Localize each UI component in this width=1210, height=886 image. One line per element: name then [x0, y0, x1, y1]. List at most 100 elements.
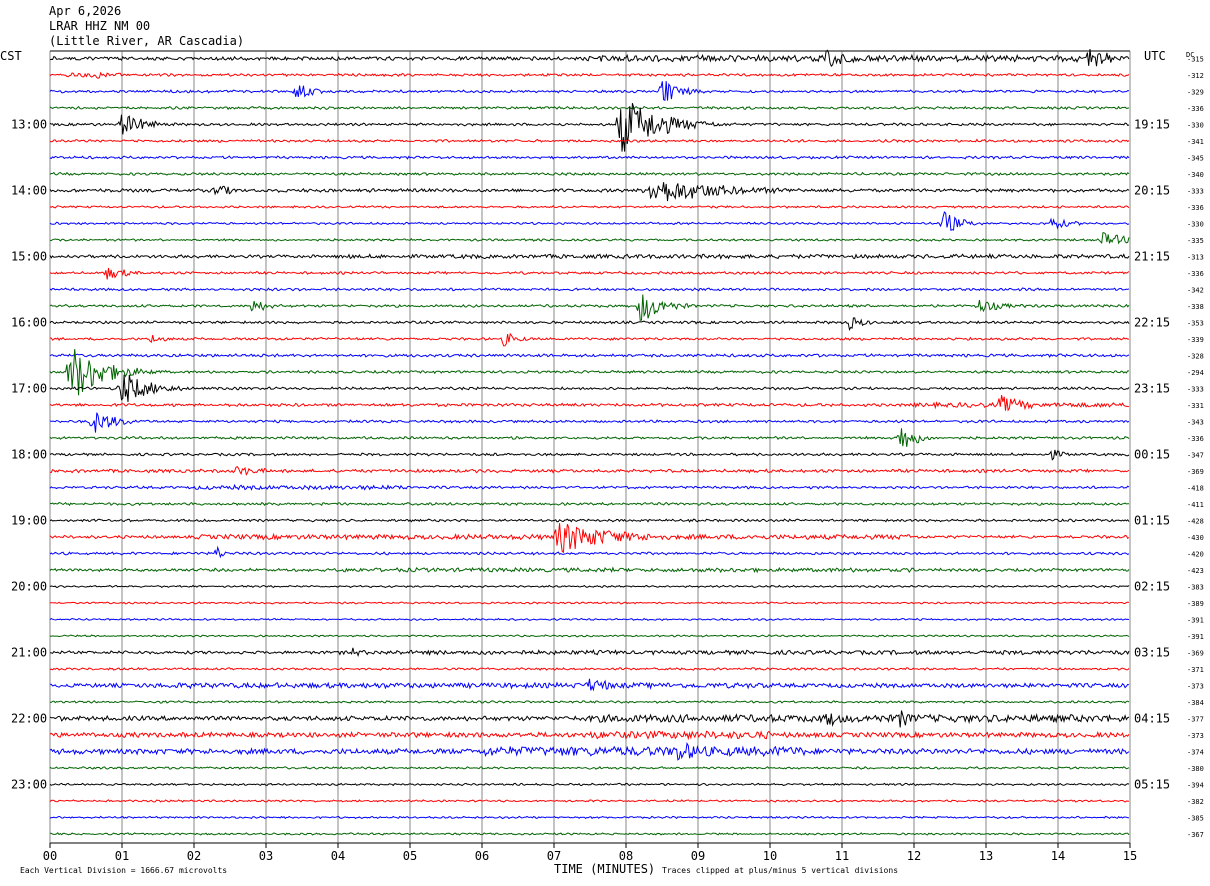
cst-hour-label: 14:00: [11, 183, 47, 197]
utc-hour-label: 21:15: [1134, 249, 1170, 263]
dc-offset-label: -330: [1187, 121, 1204, 129]
trace-row: [49, 48, 1130, 67]
trace-row: [49, 353, 1130, 359]
dc-offset-label: -367: [1187, 831, 1204, 839]
trace-row: [49, 730, 1130, 741]
minute-tick-label: 09: [691, 849, 705, 863]
minute-tick-label: 13: [979, 849, 993, 863]
dc-offset-label: -418: [1187, 484, 1204, 492]
minute-tick-label: 08: [619, 849, 633, 863]
minute-tick-label: 10: [763, 849, 777, 863]
dc-offset-label: -339: [1187, 336, 1204, 344]
trace-row: [49, 742, 1130, 761]
trace-row: [49, 518, 1130, 523]
trace-row: [49, 412, 1130, 433]
cst-hour-label: 21:00: [11, 645, 47, 659]
dc-offset-label: -343: [1187, 418, 1204, 426]
trace-row: [49, 678, 1130, 692]
trace-row: [49, 634, 1130, 638]
trace-row: [49, 601, 1130, 605]
trace-row: [49, 523, 1130, 554]
trace-row: [49, 617, 1130, 622]
trace-row: [49, 267, 1130, 280]
dc-offset-label: -428: [1187, 517, 1204, 525]
clip-note: Traces clipped at plus/minus 5 vertical …: [662, 866, 899, 875]
cst-label: CST: [0, 49, 22, 63]
trace-row: [49, 584, 1130, 589]
trace-row: [49, 465, 1130, 476]
trace-row: [49, 211, 1130, 232]
dc-offset-label: -383: [1187, 583, 1204, 591]
cst-hour-label: 16:00: [11, 315, 47, 329]
dc-offset-label: -391: [1187, 616, 1204, 624]
trace-row: [49, 374, 1130, 402]
dc-offset-label: -411: [1187, 501, 1204, 509]
minute-tick-label: 12: [907, 849, 921, 863]
minute-tick-label: 04: [331, 849, 345, 863]
dc-offset-label: -345: [1187, 154, 1204, 162]
cst-hour-label: 13:00: [11, 117, 47, 131]
dc-offset-label: -333: [1187, 187, 1204, 195]
minute-tick-label: 05: [403, 849, 417, 863]
dc-offset-label: -377: [1187, 715, 1204, 723]
trace-row: [49, 71, 1130, 79]
dc-offset-label: -369: [1187, 649, 1204, 657]
trace-row: [49, 815, 1130, 820]
cst-hour-label: 19:00: [11, 513, 47, 527]
utc-hour-label: 22:15: [1134, 315, 1170, 329]
dc-offset-label: -331: [1187, 402, 1204, 410]
dc-offset-label: -394: [1187, 781, 1204, 789]
minute-tick-label: 07: [547, 849, 561, 863]
trace-row: [49, 171, 1130, 177]
minute-tick-label: 14: [1051, 849, 1065, 863]
trace-row: [49, 231, 1130, 245]
trace-row: [49, 252, 1130, 260]
trace-row: [49, 799, 1130, 803]
seismic-traces: [49, 48, 1130, 836]
dc-offset-label: -371: [1187, 666, 1204, 674]
minute-tick-label: 06: [475, 849, 489, 863]
dc-offset-label: -385: [1187, 814, 1204, 822]
trace-row: [49, 138, 1130, 143]
utc-hour-label: 20:15: [1134, 183, 1170, 197]
axis-labels: 00 01 02 03 04 05 06 07 08 09 10 11 12 13 14 15CST UTC DC…: [0, 49, 1204, 863]
dc-offset-label: -373: [1187, 732, 1204, 740]
minute-tick-label: 01: [115, 849, 129, 863]
dc-offset-label: -423: [1187, 567, 1204, 575]
trace-row: [49, 545, 1130, 559]
utc-label: UTC: [1144, 49, 1166, 63]
dc-offset-label: -315: [1187, 55, 1204, 63]
trace-row: [49, 782, 1130, 787]
utc-hour-label: 01:15: [1134, 513, 1170, 527]
dc-offset-label: -373: [1187, 682, 1204, 690]
trace-row: [49, 317, 1130, 331]
utc-hour-label: 02:15: [1134, 579, 1170, 593]
minute-tick-label: 11: [835, 849, 849, 863]
dc-offset-label: -342: [1187, 286, 1204, 294]
dc-offset-label: -430: [1187, 534, 1204, 542]
minute-tick-label: 15: [1123, 849, 1137, 863]
trace-row: [49, 395, 1130, 412]
trace-row: [49, 205, 1130, 209]
minute-tick-label: 00: [43, 849, 57, 863]
trace-row: [49, 182, 1130, 202]
trace-row: [49, 710, 1130, 728]
dc-offset-label: -340: [1187, 171, 1204, 179]
trace-row: [49, 81, 1130, 102]
cst-hour-label: 22:00: [11, 711, 47, 725]
trace-row: [49, 766, 1130, 770]
cst-hour-label: 15:00: [11, 249, 47, 263]
dc-offset-label: -336: [1187, 270, 1204, 278]
dc-offset-label: -333: [1187, 385, 1204, 393]
dc-offset-label: -336: [1187, 435, 1204, 443]
dc-offset-label: -338: [1187, 303, 1204, 311]
trace-row: [49, 700, 1130, 704]
dc-offset-label: -347: [1187, 451, 1204, 459]
trace-row: [49, 647, 1130, 658]
dc-offset-label: -328: [1187, 352, 1204, 360]
minute-tick-label: 02: [187, 849, 201, 863]
dc-offset-label: -335: [1187, 237, 1204, 245]
trace-row: [49, 155, 1130, 160]
trace-row: [49, 501, 1130, 507]
dc-offset-label: -389: [1187, 600, 1204, 608]
